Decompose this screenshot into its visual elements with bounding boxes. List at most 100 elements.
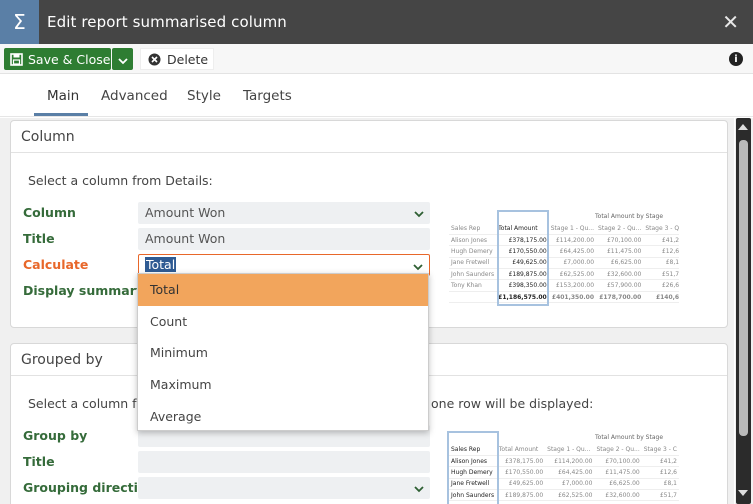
scrollbar[interactable] (735, 118, 753, 504)
table-row: John Saunders £189,875.00 £62,525.00 £32… (449, 268, 679, 281)
table-cell: £11,475.00 (596, 245, 644, 258)
tab-targets[interactable]: Targets (243, 88, 292, 104)
table-cell: £51,7 (641, 489, 679, 502)
delete-label: Delete (167, 51, 209, 67)
tab-bar: Main Advanced Style Targets (0, 75, 753, 117)
title-label: Title (23, 231, 55, 246)
table-cell: £189,875.00 (496, 489, 546, 502)
table-cell: Stage 2 - Qu... (596, 223, 644, 235)
dropdown-option-count[interactable]: Count (138, 306, 428, 338)
dropdown-option-maximum[interactable]: Maximum (138, 369, 428, 401)
table-row: Alison Jones £378,175.00 £114,200.00 £70… (449, 234, 679, 247)
column-select-value: Amount Won (145, 205, 226, 220)
calculate-select-value: Total (145, 257, 177, 272)
calculate-label: Calculate (23, 257, 89, 272)
table-cell: £114,200.00 (548, 234, 597, 247)
table-cell: £51,7 (643, 268, 679, 281)
table-cell: £170,550.00 (496, 466, 546, 479)
group-title-field[interactable] (138, 451, 430, 473)
scroll-down-icon[interactable] (738, 490, 748, 496)
grouped-hint-end: one row will be displayed: (431, 396, 594, 411)
info-icon[interactable]: i (729, 52, 743, 66)
tab-advanced[interactable]: Advanced (101, 88, 168, 104)
dropdown-option-average[interactable]: Average (138, 400, 428, 432)
delete-button[interactable]: Delete (140, 48, 214, 70)
table-cell: Stage 2 - Qu... (594, 444, 642, 456)
table-cell: Total Amount (496, 444, 546, 456)
table-cell: £41,2 (641, 455, 679, 468)
table-cell: £62,525.00 (545, 489, 595, 502)
column-panel-title: Column (11, 121, 727, 153)
sigma-icon: Σ (0, 0, 39, 44)
save-close-label: Save & Close (28, 51, 111, 67)
table-cell: £32,600.00 (596, 268, 644, 281)
chevron-down-icon (414, 206, 424, 221)
table-cell: £57,900.00 (596, 279, 644, 292)
group-by-label: Group by (23, 428, 88, 443)
preview-highlight (447, 431, 499, 504)
tab-style[interactable]: Style (187, 88, 221, 104)
table-cell: Stage 1 - Qu... (548, 223, 597, 235)
table-cell: £7,000.00 (545, 478, 595, 491)
table-cell: £114,200.00 (545, 455, 595, 468)
table-cell: £70,100.00 (594, 455, 642, 468)
dropdown-option-total[interactable]: Total (138, 274, 428, 306)
dropdown-option-minimum[interactable]: Minimum (138, 337, 428, 369)
tab-main[interactable]: Main (47, 88, 79, 104)
group-title-label: Title (23, 454, 55, 469)
table-cell: £140,6 (643, 291, 679, 304)
chevron-down-icon (414, 481, 424, 496)
table-row: Jane Fretwell £49,625.00 £7,000.00 £6,62… (449, 257, 679, 270)
table-row: Tony Khan £398,350.00 £153,200.00 £57,90… (449, 279, 679, 292)
table-cell: £70,100.00 (596, 234, 644, 247)
close-icon[interactable]: ✕ (722, 10, 739, 34)
column-select[interactable]: Amount Won (138, 202, 430, 224)
preview-highlight (497, 210, 549, 306)
table-cell: £41,2 (643, 234, 679, 247)
table-cell: Alison Jones (449, 234, 497, 247)
table-cell: £8,1 (643, 257, 679, 270)
table-cell: Jane Fretwell (449, 257, 497, 270)
table-cell: £401,350.00 (548, 291, 597, 304)
table-cell: £153,200.00 (548, 279, 597, 292)
save-options-button[interactable] (112, 48, 133, 70)
display-summary-label: Display summary (23, 283, 145, 298)
table-cell: £62,525.00 (548, 268, 597, 281)
table-cell: Sales Rep (449, 223, 497, 235)
title-field[interactable]: Amount Won (138, 228, 430, 250)
toolbar: Save & Close Delete i (0, 44, 753, 74)
delete-icon (141, 53, 167, 66)
table-cell: £64,425.00 (545, 466, 595, 479)
table-cell: £12,6 (641, 466, 679, 479)
table-cell: Stage 3 - Q (643, 223, 679, 235)
save-close-button[interactable]: Save & Close (4, 48, 111, 70)
title-bar: Σ Edit report summarised column ✕ (0, 0, 753, 44)
table-cell: £64,425.00 (548, 245, 597, 258)
table-row: Sales Rep Total Amount Stage 1 - Qu... S… (449, 223, 679, 235)
column-hint: Select a column from Details: (28, 173, 213, 188)
table-row: £1,186,575.00 £401,350.00 £178,700.00 £1… (449, 291, 679, 304)
grouped-hint-start: Select a column fr (28, 396, 142, 411)
window-title: Edit report summarised column (47, 13, 287, 31)
table-cell: Stage 3 - C (641, 444, 679, 456)
table-cell: £178,700.00 (596, 291, 644, 304)
grouping-direction-select[interactable] (138, 477, 430, 499)
table-row: Hugh Demery £170,550.00 £64,425.00 £11,4… (449, 245, 679, 258)
table-cell: £378,175.00 (496, 455, 546, 468)
table-cell: Hugh Demery (449, 245, 497, 258)
table-cell: Tony Khan (449, 279, 497, 292)
table-cell: £7,000.00 (548, 257, 597, 270)
chevron-down-icon (413, 259, 423, 274)
preview-super-header: Total Amount by Stage (595, 434, 664, 441)
title-field-value: Amount Won (145, 231, 226, 246)
table-cell: £11,475.00 (594, 466, 642, 479)
table-cell: £8,1 (641, 478, 679, 491)
table-cell: Stage 1 - Qu... (545, 444, 595, 456)
grouping-direction-label: Grouping direction (23, 480, 156, 495)
scrollbar-thumb[interactable] (739, 140, 748, 436)
table-cell: £26,6 (643, 279, 679, 292)
table-cell: £12,6 (643, 245, 679, 258)
scroll-up-icon[interactable] (738, 124, 748, 130)
table-cell: £49,625.00 (496, 478, 546, 491)
save-icon (4, 52, 28, 66)
